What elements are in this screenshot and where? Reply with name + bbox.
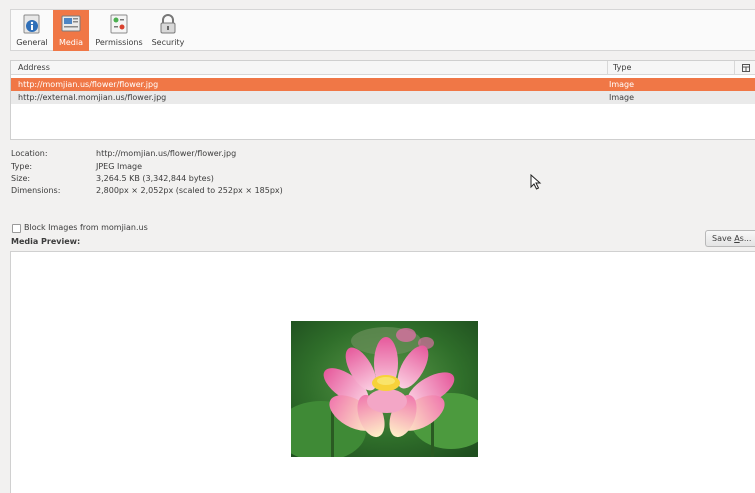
type-value: JPEG Image: [96, 162, 143, 171]
dimensions-value: 2,800px × 2,052px (scaled to 252px × 185…: [96, 186, 283, 195]
tab-general[interactable]: General: [12, 10, 52, 51]
size-label: Size:: [11, 174, 31, 183]
media-preview-label: Media Preview:: [11, 237, 81, 246]
column-picker-icon[interactable]: [742, 64, 750, 74]
tab-general-label: General: [16, 38, 48, 47]
column-header-type[interactable]: Type: [613, 63, 631, 72]
column-divider: [607, 61, 608, 75]
mouse-cursor-icon: [530, 173, 542, 190]
row-type: Image: [609, 93, 635, 102]
block-images-checkbox[interactable]: [12, 224, 21, 233]
type-label: Type:: [11, 162, 33, 171]
location-value: http://momjian.us/flower/flower.jpg: [96, 149, 237, 158]
tab-permissions-label: Permissions: [95, 38, 143, 47]
media-list[interactable]: Address Type http://momjian.us/flower/fl…: [10, 60, 755, 140]
tab-media[interactable]: Media: [53, 10, 89, 51]
table-row[interactable]: http://momjian.us/flower/flower.jpg Imag…: [11, 78, 755, 91]
column-header-address[interactable]: Address: [18, 63, 50, 72]
dimensions-label: Dimensions:: [11, 186, 61, 195]
media-icon: [60, 13, 82, 35]
preview-image: [291, 321, 478, 457]
save-as-button[interactable]: Save As...: [705, 230, 755, 247]
tab-security-label: Security: [151, 38, 185, 47]
info-icon: [21, 13, 43, 35]
row-address: http://external.momjian.us/flower.jpg: [18, 93, 167, 102]
block-images-label[interactable]: Block Images from momjian.us: [24, 223, 148, 232]
size-value: 3,264.5 KB (3,342,844 bytes): [96, 174, 214, 183]
row-address: http://momjian.us/flower/flower.jpg: [18, 80, 159, 89]
row-type: Image: [609, 80, 635, 89]
media-preview-pane: [10, 251, 755, 493]
location-label: Location:: [11, 149, 48, 158]
table-row[interactable]: http://external.momjian.us/flower.jpg Im…: [11, 91, 755, 104]
column-divider: [734, 61, 735, 75]
tab-permissions[interactable]: Permissions: [91, 10, 147, 51]
lock-icon: [157, 13, 179, 35]
list-header: Address Type: [11, 61, 755, 75]
tab-media-label: Media: [58, 38, 84, 47]
toolbar: General Media Permissions Security: [10, 9, 755, 51]
save-as-label-prefix: Save: [712, 234, 735, 243]
tab-security[interactable]: Security: [150, 10, 186, 51]
save-as-label-suffix: s...: [739, 234, 752, 243]
permissions-icon: [108, 13, 130, 35]
